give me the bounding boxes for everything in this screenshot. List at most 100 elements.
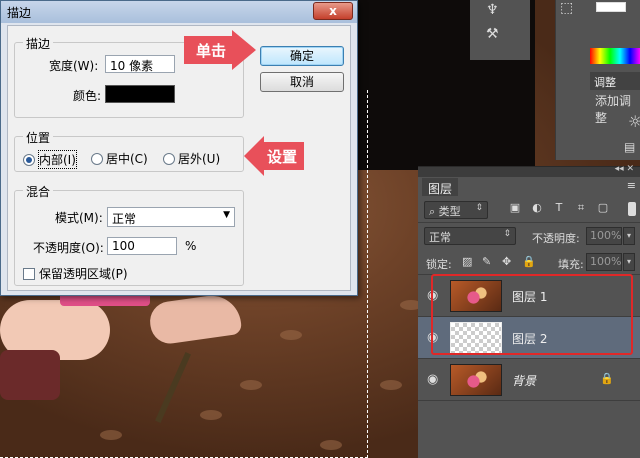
adjustment-filter-icon[interactable]: ◐ xyxy=(530,201,544,215)
filter-type-dropdown[interactable]: ⌕ 类型 ⇕ xyxy=(424,201,488,219)
layer-row[interactable]: ◉ 图层 2 xyxy=(418,317,640,359)
smart-object-filter-icon[interactable]: ▢ xyxy=(596,201,610,215)
visibility-eye-icon[interactable]: ◉ xyxy=(427,288,438,303)
stick xyxy=(155,352,191,423)
lock-label: 锁定: xyxy=(426,258,452,271)
opacity-label: 不透明度(O): xyxy=(33,241,104,255)
dialog-titlebar[interactable]: 描边 x xyxy=(1,1,357,23)
color-swatch-strip[interactable] xyxy=(596,2,626,12)
layer-filter-row: ⌕ 类型 ⇕ ▣ ◐ T ⌗ ▢ xyxy=(418,197,640,223)
layer-thumbnail[interactable] xyxy=(450,322,502,354)
position-center-label: 居中(C) xyxy=(106,152,148,166)
blend-group: 混合 模式(M): 正常 ▼ 不透明度(O): 100 % 保留透明区域(P) xyxy=(14,183,244,286)
filter-type-value: 类型 xyxy=(438,205,461,218)
layer-lock-icon[interactable]: 🔒 xyxy=(600,372,614,385)
visibility-eye-icon[interactable]: ◉ xyxy=(427,372,438,387)
tab-layers[interactable]: 图层 xyxy=(422,178,459,196)
position-group: 位置 内部(I) 居中(C) 居外(U) xyxy=(14,129,244,172)
close-button[interactable]: x xyxy=(313,2,353,20)
fill-input[interactable]: 100% xyxy=(586,253,622,271)
layers-panel: ◂◂ ✕ 图层 ≡ ⌕ 类型 ⇕ ▣ ◐ T ⌗ ▢ 正常 ⇕ 不透明度: 10… xyxy=(418,164,640,458)
collapse-arrows-icon[interactable]: ◂◂ ✕ xyxy=(615,164,634,174)
tab-layers-label: 图层 xyxy=(428,182,453,196)
width-label: 宽度(W): xyxy=(49,59,99,73)
shape-filter-icon[interactable]: ⌗ xyxy=(574,201,588,215)
stroke-group-title: 描边 xyxy=(23,35,54,52)
layer-row[interactable]: ◉ 背景 🔒 xyxy=(418,359,640,401)
fill-label: 填充: xyxy=(558,258,584,271)
width-input[interactable]: 10 像素 xyxy=(105,55,175,73)
panel-topbar: ◂◂ ✕ xyxy=(418,164,640,177)
stroke-color-swatch[interactable] xyxy=(105,85,175,103)
position-outside-label: 居外(U) xyxy=(178,152,221,166)
cancel-button[interactable]: 取消 xyxy=(260,72,344,92)
preserve-transparency-label: 保留透明区域(P) xyxy=(39,267,128,281)
child-hand xyxy=(147,291,243,347)
leaf xyxy=(200,410,222,420)
leaf xyxy=(380,380,402,390)
child-shoe xyxy=(0,350,60,400)
fill-arrow-icon[interactable]: ▾ xyxy=(623,253,635,271)
dropdown-caret-icon: ⇕ xyxy=(475,203,483,213)
color-spectrum[interactable] xyxy=(590,48,640,64)
layer-name[interactable]: 图层 1 xyxy=(512,288,547,305)
dropdown-caret-icon: ⇕ xyxy=(503,229,511,239)
lock-move-icon[interactable]: ✥ xyxy=(502,255,511,268)
lock-transparent-icon[interactable]: ▨ xyxy=(462,255,472,268)
opacity-unit: % xyxy=(185,239,197,253)
click-annotation: 单击 xyxy=(184,30,256,70)
lock-row: 锁定: ▨ ✎ ✥ 🔒 填充: 100% ▾ xyxy=(418,249,640,275)
ok-button-label: 确定 xyxy=(289,49,314,63)
setup-annotation-text: 设置 xyxy=(266,147,297,166)
layer-thumbnail[interactable] xyxy=(450,280,502,312)
brush-tool-icon[interactable]: ♆ xyxy=(486,2,499,18)
leaf xyxy=(320,440,342,450)
blend-mode-dropdown[interactable]: 正常 ⇕ xyxy=(424,227,516,245)
adjustment-icons[interactable]: ▤ xyxy=(624,140,635,154)
panel-menu-icon[interactable]: ≡ xyxy=(627,179,636,192)
position-inside-radio[interactable]: 内部(I) xyxy=(23,150,77,169)
opacity-arrow-icon[interactable]: ▾ xyxy=(623,227,635,245)
mode-label: 模式(M): xyxy=(55,211,103,225)
opacity-label: 不透明度: xyxy=(532,232,580,245)
opacity-input[interactable]: 100 xyxy=(107,237,177,255)
blend-group-title: 混合 xyxy=(23,183,54,200)
click-annotation-text: 单击 xyxy=(195,41,226,60)
tool-strip: ♆ ⚒ xyxy=(470,0,530,60)
cancel-button-label: 取消 xyxy=(289,75,314,89)
layer-name[interactable]: 图层 2 xyxy=(512,330,547,347)
filter-toggle[interactable] xyxy=(628,202,636,216)
panel-cube-icon[interactable]: ⬚ xyxy=(560,0,573,16)
text-filter-icon[interactable]: T xyxy=(552,201,566,215)
lock-all-icon[interactable]: 🔒 xyxy=(522,255,536,268)
image-filter-icon[interactable]: ▣ xyxy=(508,201,522,215)
tab-adjustments[interactable]: 调整 xyxy=(590,72,640,90)
layer-thumbnail[interactable] xyxy=(450,364,502,396)
position-center-radio[interactable]: 居中(C) xyxy=(91,150,148,167)
opacity-input[interactable]: 100% xyxy=(586,227,622,245)
layer-name[interactable]: 背景 xyxy=(512,372,536,389)
radio-dot xyxy=(23,153,35,166)
clone-tool-icon[interactable]: ⚒ xyxy=(486,26,499,42)
position-outside-radio[interactable]: 居外(U) xyxy=(163,150,220,167)
leaf xyxy=(280,330,302,340)
leaf xyxy=(100,430,122,440)
mode-select[interactable]: 正常 ▼ xyxy=(107,207,235,227)
close-icon: x xyxy=(329,4,337,18)
brightness-icon[interactable]: ☼ xyxy=(628,112,640,131)
search-icon: ⌕ xyxy=(429,205,439,218)
lock-brush-icon[interactable]: ✎ xyxy=(482,255,491,268)
position-inside-label: 内部(I) xyxy=(38,150,77,169)
checkbox-box xyxy=(23,267,35,280)
setup-annotation: 设置 xyxy=(244,136,304,176)
radio-dot xyxy=(163,152,175,165)
visibility-eye-icon[interactable]: ◉ xyxy=(427,330,438,345)
blend-mode-value: 正常 xyxy=(429,231,451,244)
position-group-title: 位置 xyxy=(23,129,54,146)
preserve-transparency-checkbox[interactable]: 保留透明区域(P) xyxy=(23,265,128,282)
layer-row[interactable]: ◉ 图层 1 xyxy=(418,275,640,317)
stroke-dialog: 描边 x 描边 宽度(W): 10 像素 颜色: 位置 内部(I) 居中(C) xyxy=(0,0,358,296)
ok-button[interactable]: 确定 xyxy=(260,46,344,66)
tab-adjustments-label: 调整 xyxy=(594,76,616,89)
radio-dot xyxy=(91,152,103,165)
